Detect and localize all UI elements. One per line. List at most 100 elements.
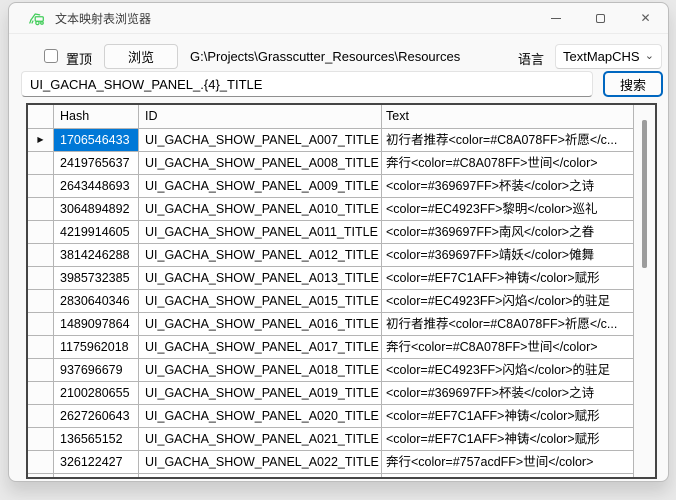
grid-rows-container: Hash ID Text ▶ 1706546433 UI_GACHA_SHOW_…	[28, 105, 634, 477]
window-controls: ✕	[533, 3, 668, 33]
hash-cell[interactable]: 4219914605	[54, 221, 139, 243]
row-header-cell[interactable]	[28, 267, 54, 289]
table-row[interactable]: 3814246288 UI_GACHA_SHOW_PANEL_A012_TITL…	[28, 244, 634, 267]
id-cell[interactable]: UI_GACHA_SHOW_PANEL_A012_TITLE	[139, 244, 382, 266]
id-cell[interactable]: UI_GACHA_SHOW_PANEL_A015_TITLE	[139, 290, 382, 312]
maximize-button[interactable]	[578, 3, 623, 33]
table-row[interactable]: 4219914605 UI_GACHA_SHOW_PANEL_A011_TITL…	[28, 221, 634, 244]
hash-cell[interactable]: 937696679	[54, 359, 139, 381]
text-cell[interactable]: 奔行<color=#C8A078FF>世间</color>	[382, 152, 634, 174]
grid-header-row: Hash ID Text	[28, 105, 634, 129]
row-header-cell[interactable]: ▶	[28, 129, 54, 151]
table-row[interactable]: 136565152 UI_GACHA_SHOW_PANEL_A021_TITLE…	[28, 428, 634, 451]
id-cell[interactable]: UI_GACHA_SHOW_PANEL_A010_TITLE	[139, 198, 382, 220]
text-cell[interactable]: <color=#369697FF>杯装</color>之诗	[382, 382, 634, 404]
table-row[interactable]: ▶ 1706546433 UI_GACHA_SHOW_PANEL_A007_TI…	[28, 129, 634, 152]
row-header-cell[interactable]	[28, 336, 54, 358]
hash-cell[interactable]: 2830640346	[54, 290, 139, 312]
hash-cell[interactable]: 1706546433	[54, 129, 139, 151]
row-header-cell[interactable]	[28, 290, 54, 312]
hash-cell[interactable]: 326122427	[54, 451, 139, 473]
text-cell[interactable]: <color=#EC4923FF>闪焰</color>的驻足	[382, 290, 634, 312]
table-row[interactable]: 2627260643 UI_GACHA_SHOW_PANEL_A020_TITL…	[28, 405, 634, 428]
close-button[interactable]: ✕	[623, 3, 668, 33]
row-header-cell[interactable]	[28, 175, 54, 197]
chevron-down-icon: ⌄	[645, 53, 654, 60]
text-cell[interactable]: 奔行<color=#757acdFF>世间</color>	[382, 451, 634, 473]
row-header-cell[interactable]	[28, 359, 54, 381]
table-row[interactable]: 1175962018 UI_GACHA_SHOW_PANEL_A017_TITL…	[28, 336, 634, 359]
row-header-cell[interactable]	[28, 313, 54, 335]
pin-on-top-label[interactable]: 置顶	[66, 49, 92, 68]
minimize-icon	[551, 18, 561, 19]
hash-cell[interactable]: 3985732385	[54, 267, 139, 289]
scrollbar-thumb[interactable]	[642, 120, 647, 268]
row-header-cell[interactable]	[28, 152, 54, 174]
row-header-cell[interactable]	[28, 451, 54, 473]
hash-cell[interactable]: 2100280655	[54, 382, 139, 404]
id-cell[interactable]: UI_GACHA_SHOW_PANEL_A009_TITLE	[139, 175, 382, 197]
hash-cell[interactable]: 2643448693	[54, 175, 139, 197]
text-cell[interactable]: 奔行<color=#C8A078FF>世间</color>	[382, 336, 634, 358]
hash-cell[interactable]: 1489097864	[54, 313, 139, 335]
id-cell[interactable]: UI_GACHA_SHOW_PANEL_A022_TITLE	[139, 451, 382, 473]
hash-cell[interactable]: 1175962018	[54, 336, 139, 358]
pin-on-top-checkbox[interactable]	[44, 49, 58, 63]
id-cell[interactable]: UI_GACHA_SHOW_PANEL_A016_TITLE	[139, 313, 382, 335]
id-cell[interactable]: UI_GACHA_SHOW_PANEL_A018_TITLE	[139, 359, 382, 381]
text-cell[interactable]: <color=#369697FF>杯装</color>之诗	[382, 175, 634, 197]
table-row[interactable]: 2643448693 UI_GACHA_SHOW_PANEL_A009_TITL…	[28, 175, 634, 198]
hash-cell[interactable]: 3064894892	[54, 198, 139, 220]
window-title: 文本映射表浏览器	[55, 10, 151, 27]
id-cell[interactable]: UI_GACHA_SHOW_PANEL_A007_TITLE	[139, 129, 382, 151]
table-row[interactable]: 2830640346 UI_GACHA_SHOW_PANEL_A015_TITL…	[28, 290, 634, 313]
table-row[interactable]: 2100280655 UI_GACHA_SHOW_PANEL_A019_TITL…	[28, 382, 634, 405]
language-select[interactable]: TextMapCHS ⌄	[555, 44, 662, 69]
text-cell[interactable]: 初行者推荐<color=#C8A078FF>祈愿</c...	[382, 313, 634, 335]
id-cell[interactable]: UI_GACHA_SHOW_PANEL_A008_TITLE	[139, 152, 382, 174]
id-cell[interactable]: UI_GACHA_SHOW_PANEL_A017_TITLE	[139, 336, 382, 358]
row-header-cell[interactable]	[28, 221, 54, 243]
text-cell[interactable]: <color=#EC4923FF>黎明</color>巡礼	[382, 198, 634, 220]
search-input[interactable]	[21, 71, 593, 97]
partial-text-cell: 初行者推荐<color=#C8A078FF>祈愿</c...	[382, 474, 634, 477]
hash-cell[interactable]: 3814246288	[54, 244, 139, 266]
table-row[interactable]: 1489097864 UI_GACHA_SHOW_PANEL_A016_TITL…	[28, 313, 634, 336]
column-header-hash[interactable]: Hash	[54, 105, 139, 128]
row-header-cell[interactable]	[28, 244, 54, 266]
hash-cell[interactable]: 136565152	[54, 428, 139, 450]
search-button[interactable]: 搜索	[603, 71, 663, 97]
row-header-cell[interactable]	[28, 382, 54, 404]
hash-cell[interactable]: 2419765637	[54, 152, 139, 174]
row-header-cell[interactable]	[28, 428, 54, 450]
text-cell[interactable]: <color=#369697FF>靖妖</color>傩舞	[382, 244, 634, 266]
hash-cell[interactable]: 2627260643	[54, 405, 139, 427]
table-row[interactable]: 2419765637 UI_GACHA_SHOW_PANEL_A008_TITL…	[28, 152, 634, 175]
id-cell[interactable]: UI_GACHA_SHOW_PANEL_A020_TITLE	[139, 405, 382, 427]
row-header-cell[interactable]	[28, 198, 54, 220]
table-row[interactable]: 326122427 UI_GACHA_SHOW_PANEL_A022_TITLE…	[28, 451, 634, 474]
text-cell[interactable]: <color=#369697FF>南风</color>之眷	[382, 221, 634, 243]
text-cell[interactable]: <color=#EF7C1AFF>神铸</color>赋形	[382, 405, 634, 427]
id-cell[interactable]: UI_GACHA_SHOW_PANEL_A011_TITLE	[139, 221, 382, 243]
partial-table-row[interactable]: 初行者推荐<color=#C8A078FF>祈愿</c...	[28, 474, 634, 477]
minimize-button[interactable]	[533, 3, 578, 33]
row-header-corner-cell[interactable]	[28, 105, 54, 128]
row-header-cell[interactable]	[28, 405, 54, 427]
id-cell[interactable]: UI_GACHA_SHOW_PANEL_A021_TITLE	[139, 428, 382, 450]
table-row[interactable]: 3064894892 UI_GACHA_SHOW_PANEL_A010_TITL…	[28, 198, 634, 221]
text-cell[interactable]: 初行者推荐<color=#C8A078FF>祈愿</c...	[382, 129, 634, 151]
text-cell[interactable]: <color=#EF7C1AFF>神铸</color>赋形	[382, 428, 634, 450]
vertical-scrollbar[interactable]	[634, 105, 655, 477]
id-cell[interactable]: UI_GACHA_SHOW_PANEL_A013_TITLE	[139, 267, 382, 289]
table-row[interactable]: 3985732385 UI_GACHA_SHOW_PANEL_A013_TITL…	[28, 267, 634, 290]
column-header-id[interactable]: ID	[139, 105, 382, 128]
text-cell[interactable]: <color=#EF7C1AFF>神铸</color>赋形	[382, 267, 634, 289]
browse-button[interactable]: 浏览	[104, 44, 178, 69]
data-grid: Hash ID Text ▶ 1706546433 UI_GACHA_SHOW_…	[26, 103, 657, 479]
column-header-text[interactable]: Text	[382, 105, 634, 128]
id-cell[interactable]: UI_GACHA_SHOW_PANEL_A019_TITLE	[139, 382, 382, 404]
text-cell[interactable]: <color=#EC4923FF>闪焰</color>的驻足	[382, 359, 634, 381]
language-select-value: TextMapCHS	[563, 49, 640, 64]
table-row[interactable]: 937696679 UI_GACHA_SHOW_PANEL_A018_TITLE…	[28, 359, 634, 382]
